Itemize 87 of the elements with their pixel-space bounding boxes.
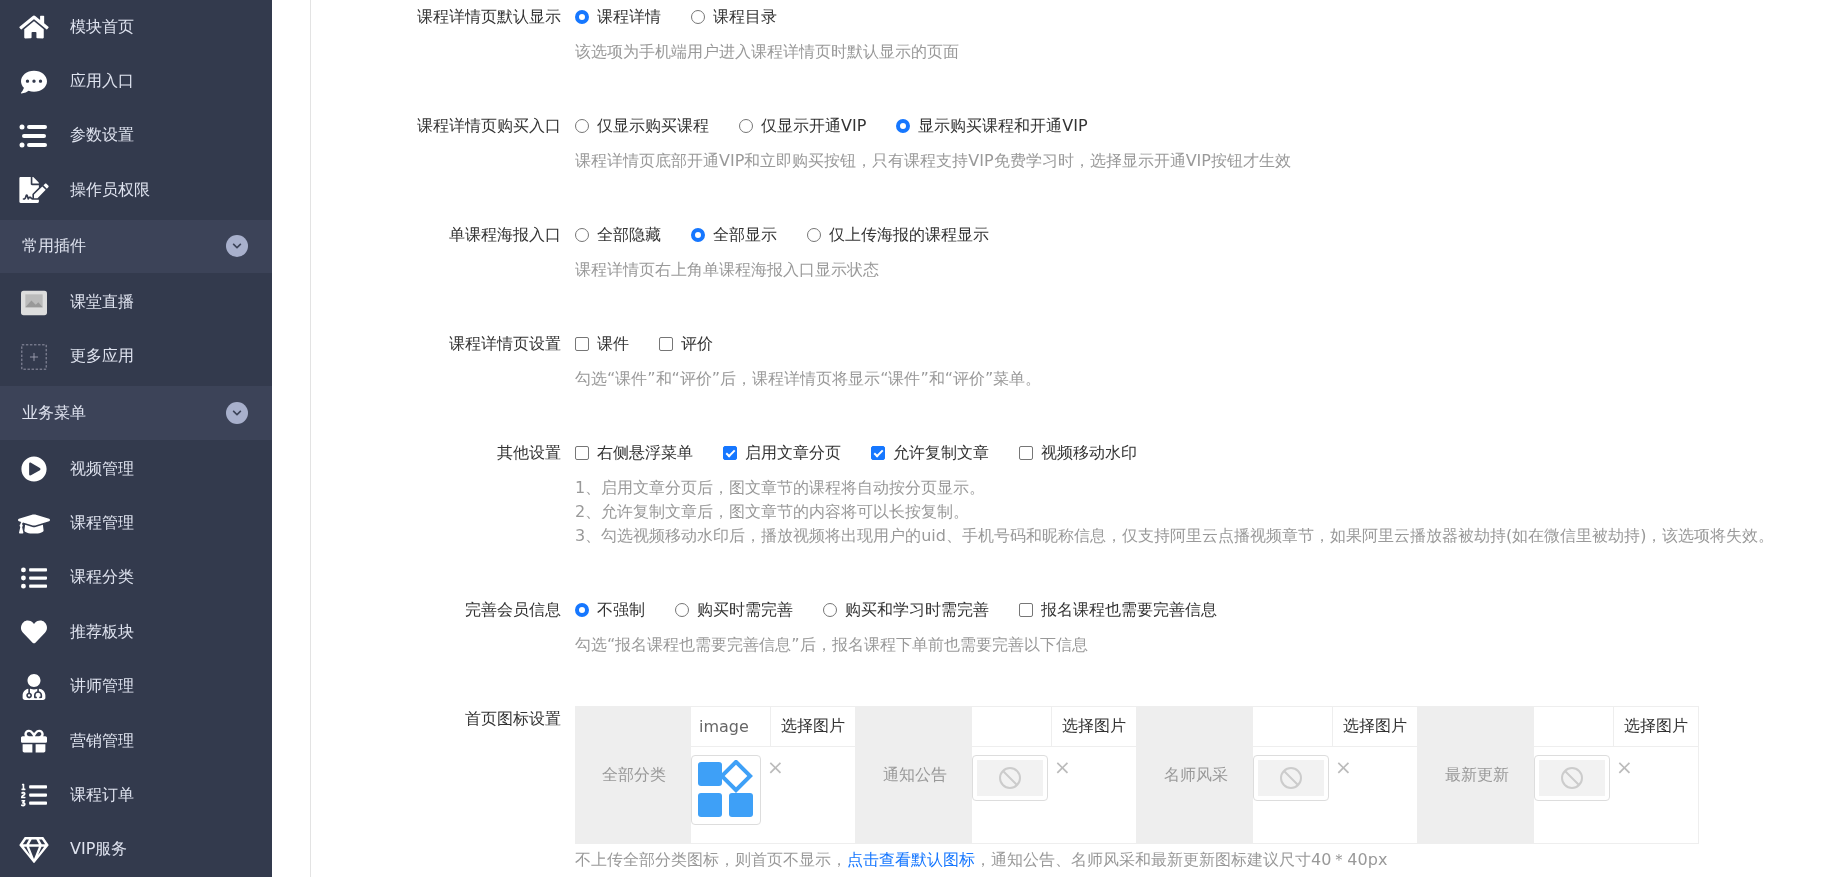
radio-button[interactable] [807, 228, 821, 242]
image-path-field[interactable]: image [691, 707, 771, 747]
radio-option[interactable]: 全部隐藏 [575, 222, 661, 248]
help-text: 不上传全部分类图标，则首页不显示，点击查看默认图标，通知公告、名师风采和最新更新图标建议尺寸40＊40px [575, 850, 1389, 871]
help-text: 3、勾选视频移动水印后，播放视频将出现用户的uid、手机号码和昵称信息，仅支持阿里云点播视频章节，如果阿里云播放器被劫持(如在微信里被劫持)，该选项将失效。 [575, 525, 1776, 547]
list-icon [18, 564, 50, 591]
group-title: 常用插件 [22, 235, 86, 257]
sidebar-item[interactable]: 营销管理 [0, 713, 272, 769]
sidebar-item[interactable]: VIP服务 [0, 822, 272, 877]
radio-option[interactable]: 仅上传海报的课程显示 [807, 222, 989, 248]
diamond-icon [18, 836, 50, 863]
sidebar-item[interactable]: 课程订单 [0, 768, 272, 823]
checkbox[interactable] [871, 446, 885, 460]
radio-option[interactable]: 购买和学习时需完善 [823, 597, 989, 623]
checkbox[interactable] [659, 337, 673, 351]
help-text: 勾选“课件”和“评价”后，课程详情页将显示“课件”和“评价”菜单。 [575, 368, 1043, 390]
radio-option[interactable]: 全部显示 [691, 222, 777, 248]
radio-option[interactable]: 仅显示购买课程 [575, 113, 709, 139]
radio-button[interactable] [691, 228, 705, 242]
document-icon [18, 177, 50, 204]
list-icon [18, 122, 50, 149]
radio-button[interactable] [575, 10, 589, 24]
default-icon-link[interactable]: 点击查看默认图标 [847, 850, 975, 869]
sidebar-item[interactable]: 操作员权限 [0, 163, 272, 218]
radio-button[interactable] [896, 119, 911, 133]
sidebar-item[interactable]: 课程分类 [0, 550, 272, 606]
sidebar-item[interactable]: 课程管理 [0, 496, 272, 551]
icon-name-cell: 全部分类 [576, 707, 691, 843]
checkbox-option[interactable]: 允许复制文章 [871, 440, 989, 466]
checkbox-option[interactable]: 报名课程也需要完善信息 [1019, 597, 1217, 623]
sidebar-item[interactable]: 课堂直播 [0, 275, 272, 330]
radio-option[interactable]: 课程目录 [691, 4, 777, 30]
radio-button[interactable] [691, 10, 705, 24]
heart-icon [18, 619, 50, 646]
icon-name-cell: 最新更新 [1419, 707, 1534, 843]
radio-button[interactable] [675, 603, 689, 617]
radio-option[interactable]: 不强制 [575, 597, 645, 623]
radio-button[interactable] [823, 603, 837, 617]
field-label: 完善会员信息 [464, 599, 562, 621]
radio-button[interactable] [575, 603, 589, 617]
plus-icon [18, 343, 50, 370]
gift-icon [18, 728, 50, 755]
checkbox[interactable] [575, 337, 589, 351]
radio-option[interactable]: 显示购买课程和开通VIP [896, 113, 1088, 139]
radio-option[interactable]: 课程详情 [575, 4, 661, 30]
radio-button[interactable] [575, 228, 589, 242]
checkbox-option[interactable]: 评价 [659, 331, 713, 357]
checkbox[interactable] [575, 446, 589, 460]
icon-name-cell: 通知公告 [857, 707, 972, 843]
field-label: 课程详情页设置 [448, 333, 562, 355]
checkbox-option[interactable]: 右侧悬浮菜单 [575, 440, 693, 466]
icon-name-cell: 名师风采 [1138, 707, 1253, 843]
sidebar-item[interactable]: 参数设置 [0, 108, 272, 164]
checkbox-option[interactable]: 视频移动水印 [1019, 440, 1137, 466]
sidebar-group-header[interactable]: 常用插件 [0, 219, 272, 274]
checkbox-option[interactable]: 启用文章分页 [723, 440, 841, 466]
sidebar-group-header[interactable]: 业务菜单 [0, 386, 272, 440]
checkbox[interactable] [1019, 446, 1033, 460]
checkbox[interactable] [1019, 603, 1033, 617]
radio-option[interactable]: 购买时需完善 [675, 597, 793, 623]
field-label: 其他设置 [496, 442, 562, 464]
sidebar-item[interactable]: 模块首页 [0, 0, 272, 55]
help-text: 课程详情页右上角单课程海报入口显示状态 [575, 259, 880, 281]
numbered-list-icon [18, 782, 50, 809]
radio-button[interactable] [575, 119, 589, 133]
help-text: 勾选“报名课程也需要完善信息”后，报名课程下单前也需要完善以下信息 [575, 634, 1089, 656]
sidebar-item[interactable]: 应用入口 [0, 54, 272, 109]
help-text: 1、启用文章分页后，图文章节的课程将自动按分页显示。 [575, 477, 987, 499]
help-text: 该选项为手机端用户进入课程详情页时默认显示的页面 [575, 41, 960, 63]
help-text: 课程详情页底部开通VIP和立即购买按钮，只有课程支持VIP免费学习时，选择显示开通VIP按钮才生效 [575, 150, 1292, 172]
chat-bubble-icon [18, 68, 50, 95]
checkbox[interactable] [723, 446, 737, 460]
field-label: 课程详情页购买入口 [416, 115, 562, 137]
sidebar-item[interactable]: 讲师管理 [0, 659, 272, 714]
group-title: 业务菜单 [22, 402, 86, 424]
home-icon [18, 14, 50, 41]
field-label: 课程详情页默认显示 [416, 6, 562, 28]
radio-button[interactable] [739, 119, 753, 133]
sidebar-item[interactable]: 推荐板块 [0, 605, 272, 660]
sidebar-item[interactable]: 更多应用 [0, 329, 272, 385]
image-icon [18, 289, 50, 316]
field-label: 首页图标设置 [464, 708, 562, 730]
checkbox-option[interactable]: 课件 [575, 331, 629, 357]
help-text: 2、允许复制文章后，图文章节的内容将可以长按复制。 [575, 501, 971, 523]
radio-option[interactable]: 仅显示开通VIP [739, 113, 867, 139]
sidebar-item[interactable]: 视频管理 [0, 442, 272, 497]
field-label: 单课程海报入口 [448, 224, 562, 246]
